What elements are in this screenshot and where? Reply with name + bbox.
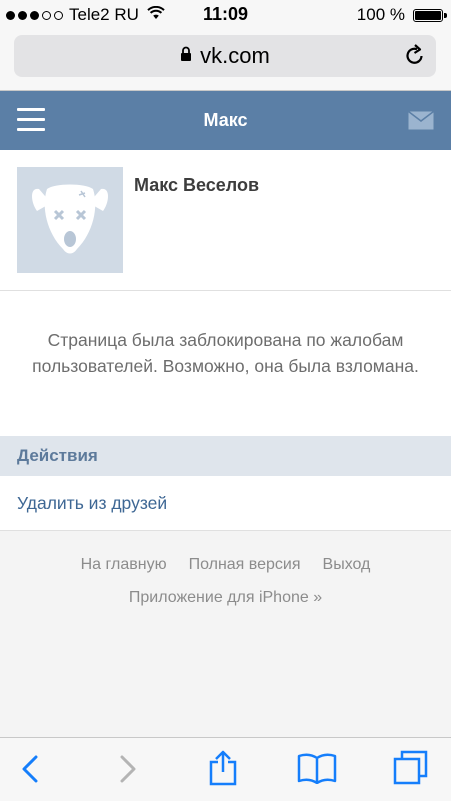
blocked-notice: Страница была заблокирована по жалобам п… <box>0 291 451 436</box>
avatar[interactable] <box>17 167 123 273</box>
tabs-icon[interactable] <box>392 750 430 791</box>
browser-toolbar: vk.com <box>0 30 451 91</box>
logout-link[interactable]: Выход <box>323 556 371 574</box>
address-bar[interactable]: vk.com <box>14 35 436 77</box>
app-header: Макс <box>0 91 451 150</box>
footer-links: На главную Полная версия Выход Приложени… <box>0 556 451 607</box>
full-version-link[interactable]: Полная версия <box>189 556 301 574</box>
page-title: Макс <box>203 110 248 130</box>
back-icon[interactable] <box>20 754 40 789</box>
actions-section-header: Действия <box>0 436 451 476</box>
url-text: vk.com <box>200 43 270 68</box>
forward-icon[interactable] <box>118 754 138 789</box>
profile-card: Макс Веселов <box>0 150 451 291</box>
battery-percent: 100 % <box>356 5 405 24</box>
deactivated-dog-icon <box>32 184 108 254</box>
reload-icon[interactable] <box>404 44 426 73</box>
remove-friend-link[interactable]: Удалить из друзей <box>17 493 167 514</box>
home-link[interactable]: На главную <box>81 556 167 574</box>
iphone-app-link[interactable]: Приложение для iPhone » <box>129 589 322 606</box>
mail-icon[interactable] <box>408 110 434 135</box>
battery-icon <box>413 8 447 22</box>
actions-title: Действия <box>17 446 98 465</box>
blocked-message: Страница была заблокирована по жалобам п… <box>32 330 419 376</box>
share-icon[interactable] <box>207 750 239 791</box>
browser-bottom-toolbar <box>0 737 451 801</box>
lock-icon <box>180 46 192 67</box>
bookmarks-icon[interactable] <box>297 752 337 789</box>
status-bar: Tele2 RU 11:09 100 % <box>0 0 451 30</box>
profile-name: Макс Веселов <box>134 175 260 195</box>
remove-friend-row[interactable]: Удалить из друзей <box>0 476 451 531</box>
